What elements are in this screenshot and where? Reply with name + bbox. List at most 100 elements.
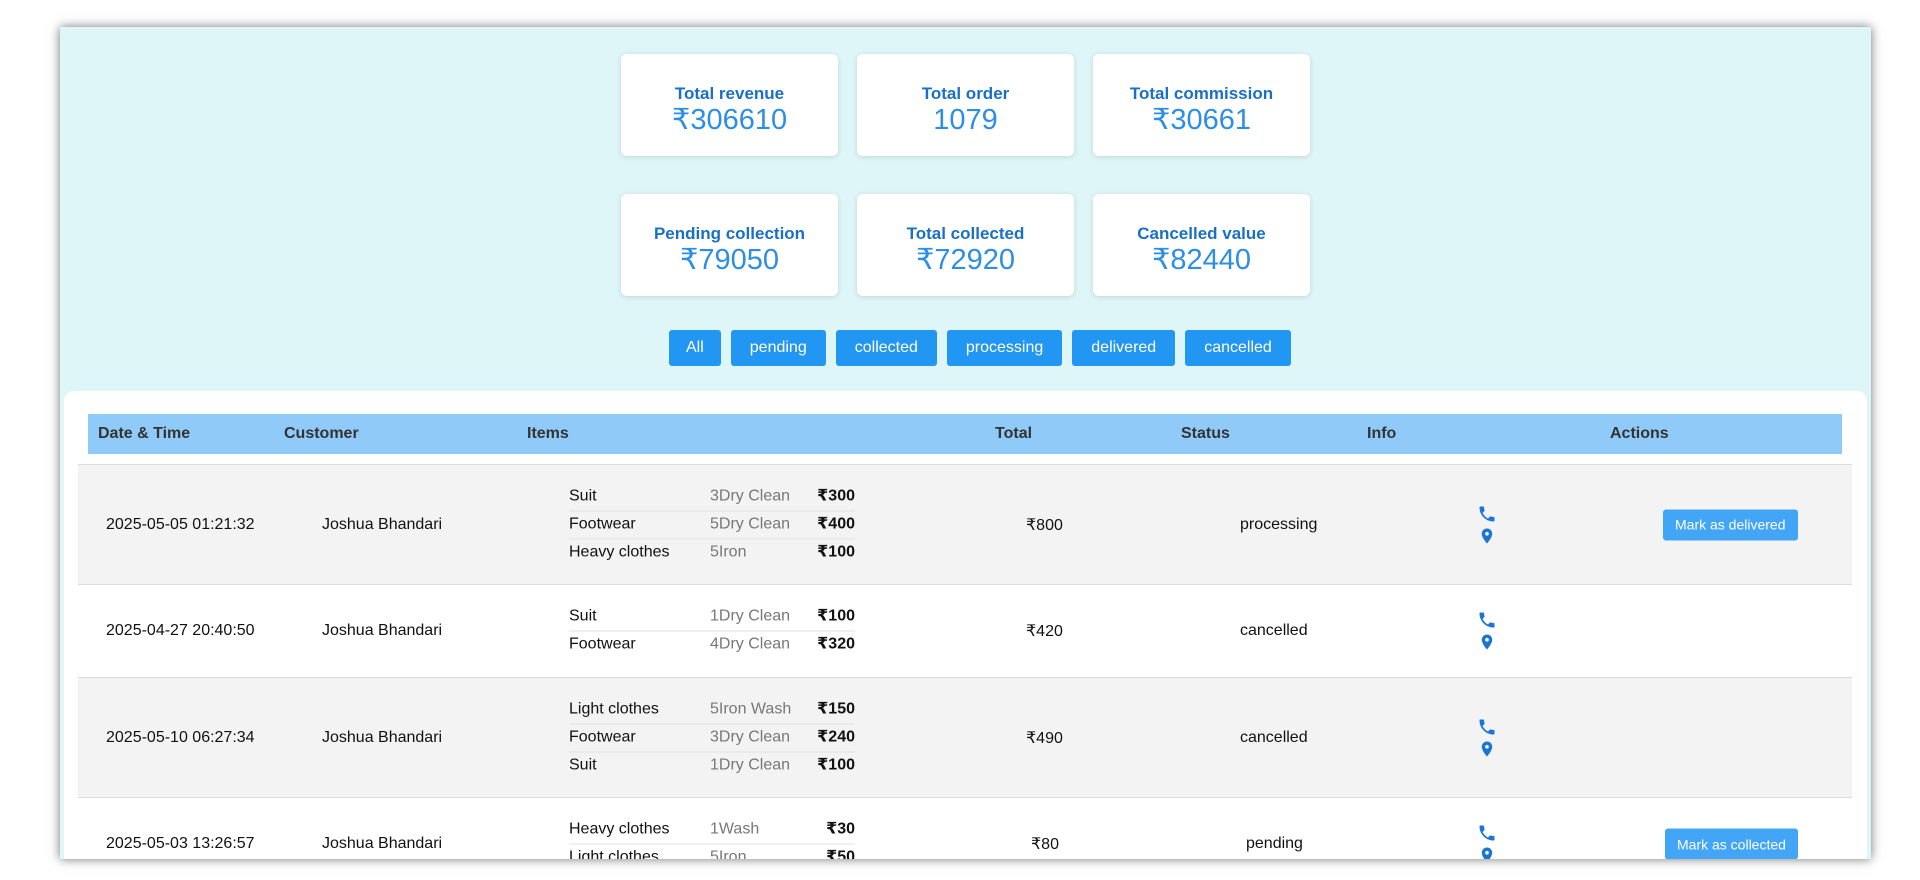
column-header-total: Total xyxy=(995,425,1033,442)
order-items-list: Heavy clothes 1Wash ₹30 Light clothes 5I… xyxy=(569,817,855,860)
phone-icon[interactable] xyxy=(1477,610,1497,630)
customer-name: Joshua Bhandari xyxy=(322,515,443,533)
location-pin-icon[interactable] xyxy=(1478,526,1496,546)
item-qty: 1 xyxy=(710,607,719,625)
item-name: Light clothes xyxy=(569,700,659,717)
order-status: cancelled xyxy=(1240,728,1308,746)
order-total: ₹80 xyxy=(1031,836,1059,853)
item-qty: 5 xyxy=(710,543,719,560)
status-filter-bar: All pending collected processing deliver… xyxy=(669,330,1291,366)
item-qty: 5 xyxy=(710,515,719,532)
customer-name: Joshua Bhandari xyxy=(322,728,443,746)
item-service: 1Dry Clean xyxy=(710,752,790,778)
card-title: Total commission xyxy=(1129,84,1274,103)
column-header-customer: Customer xyxy=(284,425,359,442)
item-name: Footwear xyxy=(569,515,636,532)
item-service: 5Iron Wash xyxy=(710,696,791,722)
orders-table: Date & Time Customer Items Total Status … xyxy=(64,391,1867,859)
mark-as-delivered-button[interactable]: Mark as delivered xyxy=(1663,509,1798,540)
location-pin-icon[interactable] xyxy=(1478,632,1496,652)
column-header-info: Info xyxy=(1367,425,1397,442)
order-total: ₹420 xyxy=(1026,623,1063,640)
item-qty: 1 xyxy=(710,756,719,773)
item-service: 5Dry Clean xyxy=(710,511,790,537)
card-value: ₹82440 xyxy=(1151,244,1252,276)
item-service-name: Dry Clean xyxy=(718,515,791,532)
item-name: Heavy clothes xyxy=(569,820,670,838)
item-service: 5Iron xyxy=(710,539,746,565)
item-price: ₹320 xyxy=(817,635,855,653)
phone-icon[interactable] xyxy=(1477,823,1497,843)
item-name: Suit xyxy=(569,756,597,773)
location-pin-icon[interactable] xyxy=(1478,739,1496,759)
column-header-actions: Actions xyxy=(1610,425,1669,442)
item-qty: 5 xyxy=(710,700,719,717)
item-service-name: Dry Clean xyxy=(718,607,791,625)
card-title: Pending collection xyxy=(653,224,806,243)
filter-delivered-button[interactable]: delivered xyxy=(1072,330,1176,366)
order-item: Light clothes 5Iron ₹50 xyxy=(569,845,855,860)
total-commission-card: Total commission ₹30661 xyxy=(1093,54,1310,156)
item-name: Light clothes xyxy=(569,848,659,860)
filter-cancelled-button[interactable]: cancelled xyxy=(1185,330,1291,366)
item-service-name: Iron xyxy=(718,848,747,860)
item-name: Suit xyxy=(569,607,597,625)
item-service-name: Dry Clean xyxy=(718,487,791,504)
item-price: ₹30 xyxy=(826,820,855,838)
order-status: pending xyxy=(1246,835,1303,852)
card-value: 1079 xyxy=(933,104,998,136)
order-items-list: Suit 1Dry Clean ₹100 Footwear 4Dry Clean… xyxy=(569,604,855,659)
pending-collection-card: Pending collection ₹79050 xyxy=(621,194,838,296)
order-item: Footwear 5Dry Clean ₹400 xyxy=(569,511,855,539)
table-row: 2025-05-10 06:27:34 Joshua Bhandari Ligh… xyxy=(78,677,1852,797)
contact-info xyxy=(1476,823,1498,859)
table-header: Date & Time Customer Items Total Status … xyxy=(88,414,1842,454)
item-name: Suit xyxy=(569,487,597,504)
phone-icon[interactable] xyxy=(1477,717,1497,737)
phone-icon[interactable] xyxy=(1477,504,1497,524)
table-row: 2025-05-05 01:21:32 Joshua Bhandari Suit… xyxy=(78,464,1852,584)
order-items-list: Light clothes 5Iron Wash ₹150 Footwear 3… xyxy=(569,696,855,779)
filter-pending-button[interactable]: pending xyxy=(730,330,826,366)
item-price: ₹400 xyxy=(817,515,855,532)
orders-dashboard: Total revenue ₹306610 Total order 1079 T… xyxy=(60,27,1871,859)
item-qty: 1 xyxy=(710,820,719,838)
contact-info xyxy=(1476,717,1498,759)
item-service: 3Dry Clean xyxy=(710,483,790,509)
total-revenue-card: Total revenue ₹306610 xyxy=(621,54,838,156)
order-item: Footwear 4Dry Clean ₹320 xyxy=(569,632,855,659)
order-datetime: 2025-05-05 01:21:32 xyxy=(106,515,255,533)
column-header-status: Status xyxy=(1181,425,1230,442)
item-service-name: Dry Clean xyxy=(718,756,791,773)
mark-as-collected-button[interactable]: Mark as collected xyxy=(1665,828,1798,859)
item-price: ₹300 xyxy=(817,487,855,504)
order-item: Heavy clothes 1Wash ₹30 xyxy=(569,817,855,845)
item-price: ₹150 xyxy=(817,700,855,717)
item-price: ₹50 xyxy=(826,848,855,860)
table-body: 2025-05-05 01:21:32 Joshua Bhandari Suit… xyxy=(78,464,1852,859)
item-price: ₹240 xyxy=(817,728,855,745)
filter-collected-button[interactable]: collected xyxy=(835,330,937,366)
order-item: Heavy clothes 5Iron ₹100 xyxy=(569,539,855,566)
order-item: Suit 3Dry Clean ₹300 xyxy=(569,483,855,511)
card-title: Cancelled value xyxy=(1137,224,1266,243)
card-value: ₹30661 xyxy=(1151,104,1252,136)
item-service: 5Iron xyxy=(710,845,746,860)
item-service-name: Dry Clean xyxy=(718,728,791,745)
filter-all-button[interactable]: All xyxy=(669,330,721,366)
contact-info xyxy=(1476,610,1498,652)
stats-row-1: Total revenue ₹306610 Total order 1079 T… xyxy=(621,54,1311,156)
item-name: Footwear xyxy=(569,635,636,653)
cancelled-value-card: Cancelled value ₹82440 xyxy=(1093,194,1310,296)
column-header-items: Items xyxy=(527,425,569,442)
item-service: 4Dry Clean xyxy=(710,632,790,658)
order-status: cancelled xyxy=(1240,622,1308,639)
order-total: ₹800 xyxy=(1026,516,1063,534)
order-datetime: 2025-05-10 06:27:34 xyxy=(106,728,255,746)
item-qty: 3 xyxy=(710,728,719,745)
customer-name: Joshua Bhandari xyxy=(322,622,443,639)
card-value: ₹306610 xyxy=(671,104,788,136)
location-pin-icon[interactable] xyxy=(1478,845,1496,859)
filter-processing-button[interactable]: processing xyxy=(946,330,1063,366)
item-price: ₹100 xyxy=(817,607,855,625)
